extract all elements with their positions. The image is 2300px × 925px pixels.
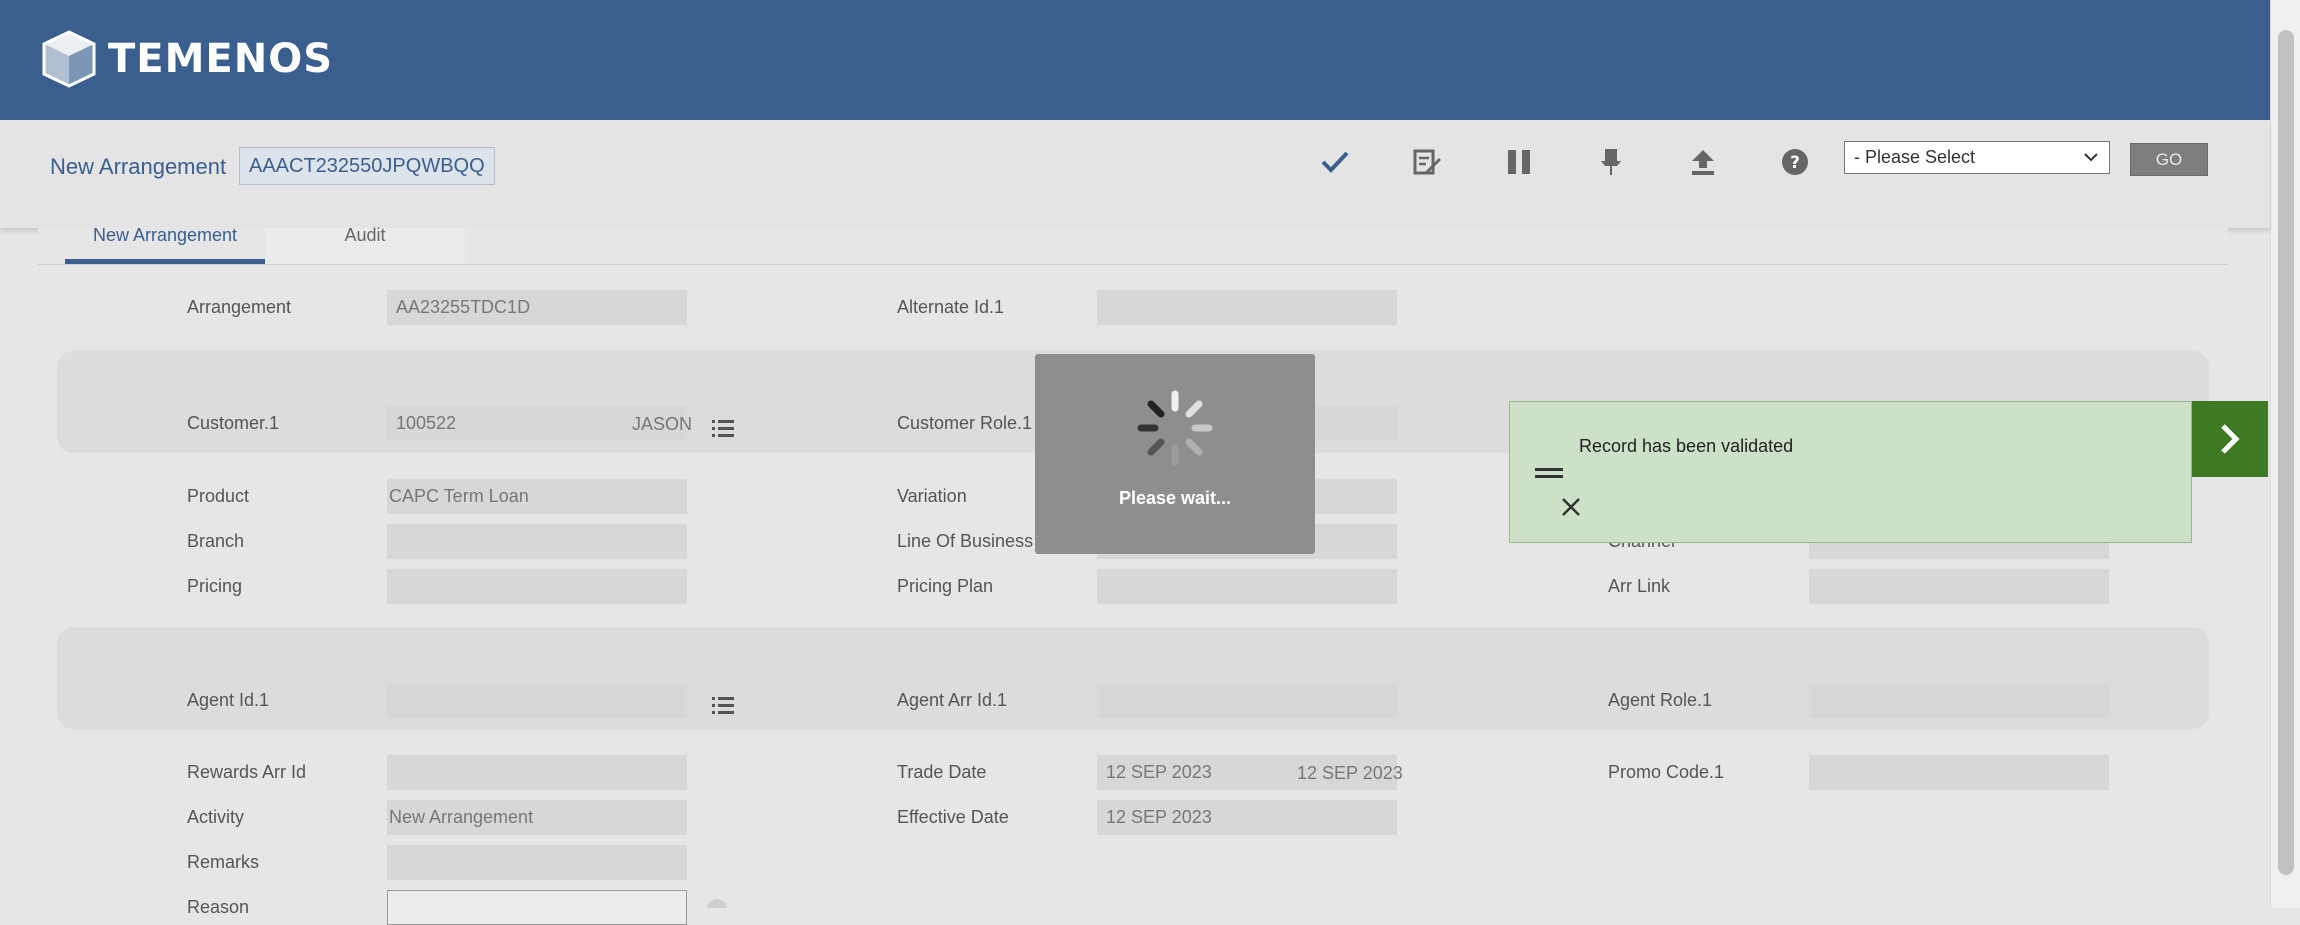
arrangement-label: Arrangement xyxy=(187,297,292,317)
branch-field[interactable] xyxy=(387,524,687,559)
app-header: TEMENOS xyxy=(0,0,2270,120)
pricing-plan-field[interactable] xyxy=(1097,569,1397,604)
trade-date-enrichment: 12 SEP 2023 xyxy=(1297,763,1403,783)
action-toolbar: New Arrangement AAACT232550JPQWBQQ ? - P… xyxy=(0,120,2270,228)
customer-label: Customer.1 xyxy=(187,413,280,433)
pricing-field[interactable] xyxy=(387,569,687,604)
globe-cube-icon xyxy=(42,30,96,88)
logo-text: TEMENOS xyxy=(108,36,334,82)
effective-date-label: Effective Date xyxy=(897,807,1009,827)
temenos-logo: TEMENOS xyxy=(38,26,333,92)
activity-label: Activity xyxy=(187,807,245,827)
promo-code-label: Promo Code.1 xyxy=(1608,762,1725,782)
activity-field[interactable]: New Arrangement xyxy=(387,800,687,835)
product-field[interactable]: CAPC Term Loan xyxy=(387,479,687,514)
alternate-id-field[interactable] xyxy=(1097,290,1397,325)
list-icon[interactable] xyxy=(711,418,735,440)
arrangement-field[interactable]: AA23255TDC1D xyxy=(387,290,687,325)
arr-link-field[interactable] xyxy=(1809,569,2109,604)
effective-date-field[interactable]: 12 SEP 2023 xyxy=(1097,800,1397,835)
record-id-badge[interactable]: AAACT232550JPQWBQQ xyxy=(239,147,495,185)
list-icon[interactable] xyxy=(711,695,735,717)
trade-date-label: Trade Date xyxy=(897,762,987,782)
tab-bar: New Arrangement Audit xyxy=(38,226,2228,265)
chevron-down-icon xyxy=(2084,153,2098,162)
alternate-id-label: Alternate Id.1 xyxy=(897,297,1005,317)
commit-edit-icon[interactable] xyxy=(1407,142,1447,182)
agent-arr-id-field[interactable] xyxy=(1097,683,1397,718)
hold-pause-icon[interactable] xyxy=(1499,142,1539,182)
go-button[interactable]: GO xyxy=(2130,143,2208,176)
agent-role-field[interactable] xyxy=(1809,683,2109,718)
remarks-label: Remarks xyxy=(187,852,260,872)
agent-arr-id-label: Agent Arr Id.1 xyxy=(897,690,1008,710)
scrollbar-thumb[interactable] xyxy=(2278,30,2294,875)
pricing-label: Pricing xyxy=(187,576,243,596)
rewards-arr-id-field[interactable] xyxy=(387,755,687,790)
chevron-right-icon xyxy=(2221,424,2240,454)
spinner-icon xyxy=(1137,390,1213,466)
pricing-plan-label: Pricing Plan xyxy=(897,576,994,596)
loading-overlay: Please wait... xyxy=(1035,354,1315,554)
loading-text: Please wait... xyxy=(1118,488,1232,508)
validate-check-icon[interactable] xyxy=(1315,142,1355,182)
reason-info-icon[interactable] xyxy=(706,898,728,908)
help-icon[interactable]: ? xyxy=(1775,142,1815,182)
close-icon[interactable] xyxy=(1560,496,1582,518)
svg-text:?: ? xyxy=(1790,153,1800,173)
variation-label: Variation xyxy=(897,486,967,506)
tab-new-arrangement[interactable]: New Arrangement xyxy=(65,226,265,264)
agent-id-label: Agent Id.1 xyxy=(187,690,270,710)
toast-message: Record has been validated xyxy=(1579,436,1794,456)
product-label: Product xyxy=(187,486,250,506)
page-title: New Arrangement xyxy=(50,154,227,179)
remarks-field[interactable] xyxy=(387,845,687,880)
validation-toast: Record has been validated xyxy=(1509,401,2192,543)
page-scrollbar[interactable] xyxy=(2270,0,2300,908)
action-select-value: - Please Select xyxy=(1854,147,1976,167)
agent-role-label: Agent Role.1 xyxy=(1608,690,1713,710)
line-of-business-label: Line Of Business xyxy=(897,531,1034,551)
tab-audit[interactable]: Audit xyxy=(265,226,465,264)
drag-handle-icon[interactable] xyxy=(1535,466,1563,480)
upload-icon[interactable] xyxy=(1683,142,1723,182)
promo-code-field[interactable] xyxy=(1809,755,2109,790)
customer-enrichment: JASON xyxy=(632,414,693,434)
rewards-arr-id-label: Rewards Arr Id xyxy=(187,762,307,782)
pin-icon[interactable] xyxy=(1591,142,1631,182)
agent-id-field[interactable] xyxy=(387,683,687,718)
customer-role-label: Customer Role.1 xyxy=(897,413,1033,433)
toast-expand-button[interactable] xyxy=(2192,401,2268,477)
action-select[interactable]: - Please Select xyxy=(1844,141,2110,174)
arrangement-form: New Arrangement Audit Arrangement AA2325… xyxy=(38,226,2228,925)
arr-link-label: Arr Link xyxy=(1608,576,1671,596)
branch-label: Branch xyxy=(187,531,245,551)
